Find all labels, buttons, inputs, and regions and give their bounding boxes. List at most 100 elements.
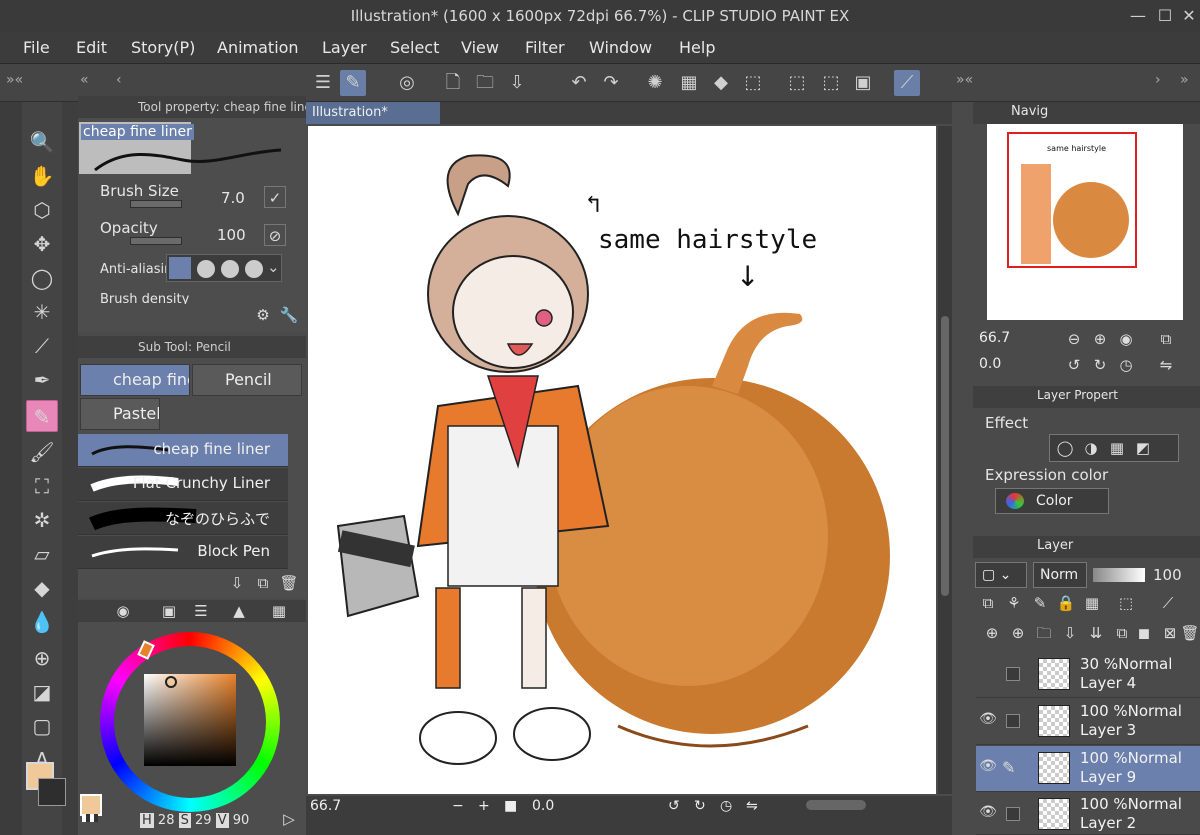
wrench-icon[interactable]: 🔧	[278, 304, 300, 326]
visibility-off-icon[interactable]	[978, 664, 998, 684]
play-icon[interactable]: ▷	[278, 808, 300, 830]
new-folder-icon[interactable]: 🗀	[1033, 622, 1055, 644]
menu-icon[interactable]: ☰	[310, 70, 336, 96]
scroll-thumb[interactable]	[941, 316, 949, 596]
chevron-down-icon[interactable]: ⌄	[267, 258, 280, 276]
sub-color-swatch[interactable]	[38, 778, 66, 806]
effect-buttons[interactable]: ◯ ◑ ▦ ◩	[1049, 434, 1179, 462]
export-icon[interactable]: ⇩	[504, 70, 530, 96]
border-effect-icon[interactable]: ◯	[1054, 437, 1076, 459]
layer-property-tab[interactable]: Layer Propert	[1037, 388, 1118, 402]
pen-edit-icon[interactable]: ✎	[1002, 758, 1015, 777]
saturation-value-square[interactable]	[144, 674, 236, 766]
transfer-down-icon[interactable]: ⇩	[1059, 622, 1081, 644]
zoom-out-icon[interactable]: ⊖	[1063, 328, 1085, 350]
brush-item[interactable]: なぞのひらふで	[78, 502, 288, 535]
menu-edit[interactable]: Edit	[76, 32, 107, 64]
crop-icon[interactable]: ⬚	[818, 70, 844, 96]
settings-icon[interactable]: ⚙	[252, 304, 274, 326]
pencil-tool-icon[interactable]: ✎	[26, 400, 58, 432]
apply-mask-icon[interactable]: ⊠	[1159, 622, 1181, 644]
rotation-readout[interactable]: 0.0	[532, 798, 554, 814]
zoom-out-icon[interactable]: −	[452, 798, 464, 814]
ruler-snap-icon[interactable]: ⟋	[894, 70, 920, 96]
antialias-medium[interactable]	[221, 260, 239, 278]
draft-icon[interactable]: ✎	[1029, 592, 1051, 614]
lock-transparency-icon[interactable]: ▦	[1081, 592, 1103, 614]
opacity-value[interactable]: 100	[217, 226, 246, 244]
opacity-toggle-icon[interactable]: ⊘	[264, 224, 286, 246]
deselect-icon[interactable]: ⬚	[784, 70, 810, 96]
chevron-left-icon[interactable]: ‹	[116, 72, 122, 88]
expression-color-dropdown[interactable]: Color	[995, 488, 1109, 514]
menu-window[interactable]: Window	[589, 32, 652, 64]
pen-tool-icon[interactable]: ✎	[340, 70, 366, 96]
menu-story[interactable]: Story(P)	[131, 32, 195, 64]
blend-mode-dropdown[interactable]: Norm	[1033, 562, 1087, 588]
invert-selection-icon[interactable]: ▣	[850, 70, 876, 96]
flip-icon[interactable]: ⇋	[746, 798, 758, 814]
menu-filter[interactable]: Filter	[525, 32, 565, 64]
loading-icon[interactable]: ✺	[642, 70, 668, 96]
minimize-icon[interactable]: —	[1125, 0, 1151, 32]
fit-window-icon[interactable]: ◉	[1115, 328, 1137, 350]
menu-layer[interactable]: Layer	[322, 32, 367, 64]
horizontal-scroll-thumb[interactable]	[806, 800, 866, 810]
clear-icon[interactable]: ▦	[676, 70, 702, 96]
fill-bucket-icon[interactable]: ◆	[26, 572, 58, 604]
transform-icon[interactable]: ⬚	[740, 70, 766, 96]
layer-select-checkbox[interactable]	[1006, 667, 1020, 681]
create-mask-icon[interactable]: ◼	[1133, 622, 1155, 644]
layer-select-checkbox[interactable]	[1006, 714, 1020, 728]
color-swatch-main[interactable]	[80, 794, 102, 816]
actual-size-icon[interactable]: ⧉	[1155, 328, 1177, 350]
tab-cheap-fine[interactable]: cheap fine	[80, 364, 190, 396]
layer-select-checkbox[interactable]	[1006, 807, 1020, 821]
gradient-icon[interactable]: ◪	[26, 676, 58, 708]
layer-row[interactable]: 👁 ✎ 100 %Normal Layer 9	[976, 746, 1200, 792]
antialias-strong[interactable]	[245, 260, 263, 278]
menu-animation[interactable]: Animation	[217, 32, 299, 64]
drawing-canvas[interactable]: ↰ same hairstyle ↓	[308, 126, 936, 794]
color-picker-marker[interactable]	[165, 676, 177, 688]
zoom-readout[interactable]: 66.7	[310, 798, 341, 814]
brush-item[interactable]: cheap fine liner	[78, 434, 288, 467]
menu-view[interactable]: View	[461, 32, 499, 64]
eraser-icon[interactable]: ▱	[26, 538, 58, 570]
tab-pastel[interactable]: Pastel	[80, 398, 160, 430]
navigator-preview[interactable]: same hairstyle	[987, 124, 1183, 320]
expand-left-icon[interactable]: »«	[6, 72, 23, 88]
layer-row[interactable]: 30 %Normal Layer 4	[976, 652, 1200, 698]
reset-rotation-icon[interactable]: ◷	[720, 798, 732, 814]
lasso-tool-icon[interactable]: ◯	[26, 262, 58, 294]
delete-layer-icon[interactable]: 🗑	[1179, 622, 1200, 644]
pressure-toggle-icon[interactable]: ✓	[264, 186, 286, 208]
maximize-icon[interactable]: ☐	[1152, 0, 1178, 32]
merge-down-icon[interactable]: ⇊	[1085, 622, 1107, 644]
add-to-palette-icon[interactable]: ⇩	[226, 572, 248, 594]
collapse-icon[interactable]: «	[80, 72, 89, 88]
clip-icon[interactable]: ⧉	[977, 592, 999, 614]
layer-row[interactable]: 👁 100 %Normal Layer 3	[976, 699, 1200, 745]
object-tool-icon[interactable]: ⬡	[26, 194, 58, 226]
magic-wand-icon[interactable]: ✳	[26, 296, 58, 328]
new-vector-layer-icon[interactable]: ⊕	[1007, 622, 1029, 644]
brush-item[interactable]: Flat Crunchy Liner	[78, 468, 288, 501]
rotate-left-icon[interactable]: ↺	[668, 798, 680, 814]
fill-icon[interactable]: ◆	[708, 70, 734, 96]
navigator-zoom[interactable]: 66.7	[979, 330, 1010, 346]
reference-icon[interactable]: ⚘	[1003, 592, 1025, 614]
antialias-none[interactable]	[169, 257, 191, 279]
document-tab[interactable]: Illustration*	[306, 102, 440, 124]
menu-help[interactable]: Help	[679, 32, 715, 64]
redo-icon[interactable]: ↷	[598, 70, 624, 96]
tab-pencil[interactable]: Pencil	[192, 364, 302, 396]
new-raster-layer-icon[interactable]: ⊕	[981, 622, 1003, 644]
zoom-in-icon[interactable]: ⊕	[1089, 328, 1111, 350]
antialias-selector[interactable]: ⌄	[166, 254, 282, 282]
canvas-scrollbar-vertical[interactable]	[938, 126, 952, 794]
intermediate-color-tab-icon[interactable]: ▦	[268, 600, 290, 622]
halftone-icon[interactable]: ▦	[1106, 437, 1128, 459]
color-slider-tab-icon[interactable]: ☰	[190, 600, 212, 622]
pen-icon[interactable]: ✒	[26, 364, 58, 396]
